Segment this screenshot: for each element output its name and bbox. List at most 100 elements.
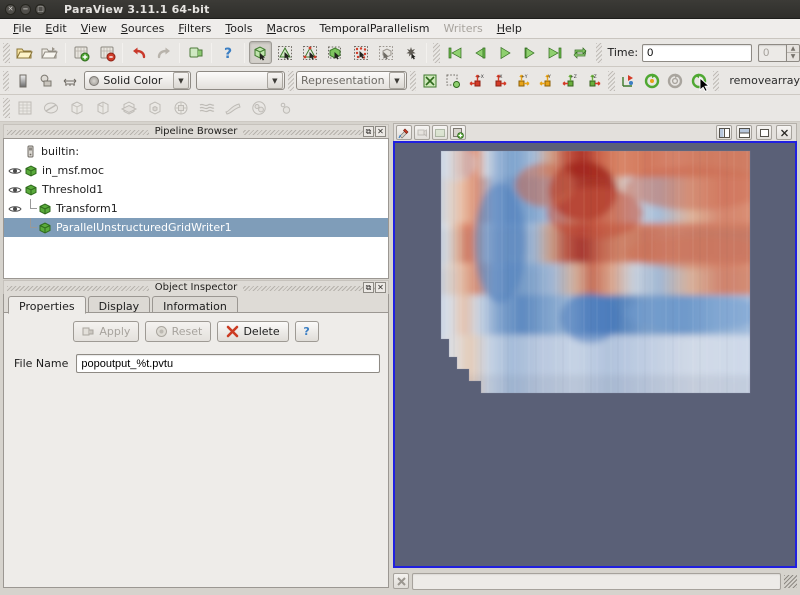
time-input[interactable] [642, 43, 753, 62]
properties-help-button[interactable]: ? [294, 321, 319, 342]
toolbar-grip[interactable] [3, 98, 10, 118]
list-item[interactable]: Threshold1 [4, 180, 388, 199]
color-by-combo[interactable]: Solid Color ▼ [84, 71, 191, 90]
maximize-window-button[interactable]: □ [35, 3, 46, 15]
first-frame-icon[interactable] [443, 41, 466, 64]
list-item[interactable]: ParallelUnstructuredGridWriter1 [4, 218, 388, 237]
rotate-90-ccw-icon[interactable] [641, 69, 662, 92]
open-file-icon[interactable] [13, 41, 36, 64]
select-points-through-icon[interactable] [349, 41, 372, 64]
zoom-to-box-icon[interactable] [443, 69, 464, 92]
undo-icon[interactable] [127, 41, 150, 64]
previous-frame-icon[interactable] [468, 41, 491, 64]
stream-tracer-icon[interactable] [221, 97, 245, 120]
group-datasets-icon[interactable] [247, 97, 271, 120]
spin-down-icon[interactable]: ▼ [787, 53, 799, 61]
select-cells-through-icon[interactable] [324, 41, 347, 64]
toolbar-grip[interactable] [409, 70, 417, 91]
set-view-minus-x-icon[interactable]: +X [466, 69, 487, 92]
redo-icon[interactable] [152, 41, 175, 64]
glyph-icon[interactable] [195, 97, 219, 120]
reset-view-icon[interactable] [450, 125, 466, 140]
tab-properties[interactable]: Properties [8, 296, 86, 314]
set-view-plus-x-icon[interactable]: -X [489, 69, 510, 92]
visibility-toggle[interactable] [6, 185, 24, 195]
rescale-to-data-range-icon[interactable] [36, 69, 57, 92]
delete-button[interactable]: Delete [217, 321, 289, 342]
loop-icon[interactable] [569, 41, 592, 64]
toolbar-grip[interactable] [433, 42, 441, 63]
center-axes-icon[interactable] [618, 69, 639, 92]
close-view-button[interactable] [776, 125, 792, 140]
menu-sources[interactable]: Sources [114, 20, 172, 37]
set-view-minus-z-icon[interactable]: -Z [583, 69, 604, 92]
set-view-minus-y-icon[interactable]: -Y [536, 69, 557, 92]
threshold-icon[interactable] [143, 97, 167, 120]
chevron-down-icon[interactable]: ▼ [172, 72, 189, 89]
calculator-icon[interactable] [39, 97, 63, 120]
select-block-icon[interactable] [374, 41, 397, 64]
pipeline-tree[interactable]: builtin: in_msf.moc Threshold1 Transform… [3, 138, 389, 279]
visualization-canvas[interactable] [395, 143, 795, 566]
set-view-plus-z-icon[interactable]: +Z [560, 69, 581, 92]
component-combo[interactable]: ▼ [195, 71, 285, 90]
next-frame-icon[interactable] [518, 41, 541, 64]
split-vertical-button[interactable] [736, 125, 752, 140]
toolbar-grip[interactable] [287, 70, 295, 91]
capture-screenshot-icon[interactable] [432, 125, 448, 140]
spin-up-icon[interactable]: ▲ [787, 45, 800, 53]
play-icon[interactable] [493, 41, 516, 64]
time-index-input[interactable] [758, 43, 787, 62]
toolbar-grip[interactable] [3, 70, 10, 91]
undock-button[interactable]: ⧉ [363, 282, 374, 293]
rotate-90-cw-icon[interactable] [688, 69, 710, 93]
maximize-view-button[interactable] [756, 125, 772, 140]
representation-combo[interactable]: Representation ▼ [296, 71, 407, 90]
save-state-icon[interactable] [70, 41, 93, 64]
list-item[interactable]: Transform1 [4, 199, 388, 218]
extract-level-icon[interactable] [273, 97, 297, 120]
reset-camera-icon[interactable] [419, 69, 440, 92]
menu-file[interactable]: File [6, 20, 38, 37]
close-panel-button[interactable]: ✕ [375, 126, 386, 137]
file-name-field[interactable] [76, 354, 380, 373]
interact-cube-icon[interactable] [248, 41, 272, 64]
tab-information[interactable]: Information [152, 296, 238, 313]
toolbar-grip[interactable] [608, 70, 615, 91]
extract-subset-icon[interactable] [169, 97, 193, 120]
toolbar-grip[interactable] [595, 42, 603, 63]
help-icon[interactable]: ? [216, 41, 239, 64]
last-frame-icon[interactable] [544, 41, 567, 64]
tab-display[interactable]: Display [87, 296, 151, 313]
select-cells-surface-icon[interactable] [274, 41, 297, 64]
undock-button[interactable]: ⧉ [363, 126, 374, 137]
render-view-viewport[interactable] [393, 141, 797, 568]
chevron-down-icon[interactable]: ▼ [388, 72, 405, 89]
close-panel-button[interactable]: ✕ [375, 282, 386, 293]
menu-help[interactable]: Help [490, 20, 529, 37]
split-horizontal-button[interactable] [716, 125, 732, 140]
macro-button-removearray[interactable]: removearray [729, 74, 800, 87]
quick-select-icon[interactable] [399, 41, 422, 64]
minimize-window-button[interactable]: − [20, 3, 31, 15]
menu-temporalparallelism[interactable]: TemporalParallelism [313, 20, 437, 37]
cancel-button[interactable] [393, 573, 409, 589]
recent-files-icon[interactable] [38, 41, 61, 64]
menu-view[interactable]: View [74, 20, 114, 37]
resize-grip[interactable] [784, 574, 797, 588]
rescale-custom-range-icon[interactable] [59, 69, 80, 92]
menu-macros[interactable]: Macros [259, 20, 312, 37]
apply-button[interactable]: Apply [73, 321, 140, 342]
list-item[interactable]: in_msf.moc [4, 161, 388, 180]
toolbar-grip[interactable] [3, 42, 10, 63]
clip-icon[interactable] [91, 97, 115, 120]
reset-button[interactable]: Reset [145, 321, 212, 342]
visibility-toggle[interactable] [6, 204, 24, 214]
spreadsheet-icon[interactable] [13, 97, 37, 120]
menu-writers[interactable]: Writers [436, 20, 489, 37]
undo-camera-icon[interactable] [414, 125, 430, 140]
menu-edit[interactable]: Edit [38, 20, 73, 37]
set-view-plus-y-icon[interactable]: +Y [513, 69, 534, 92]
adjust-camera-icon[interactable] [396, 125, 412, 140]
menu-tools[interactable]: Tools [218, 20, 259, 37]
